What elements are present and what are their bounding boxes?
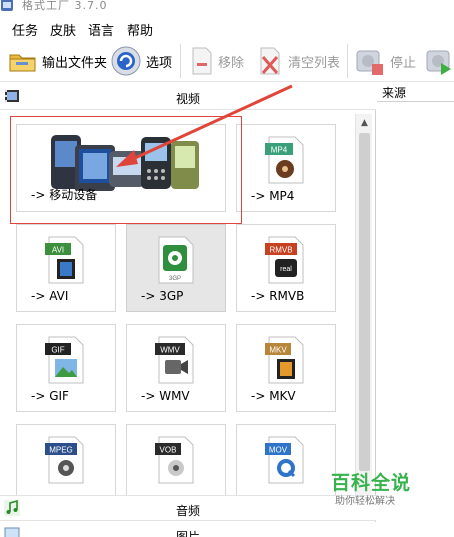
badge-text: GIF: [51, 346, 64, 355]
format-scrollbar[interactable]: ▲: [355, 114, 372, 514]
category-picture-label: 图片: [175, 530, 200, 537]
app-icon: [1, 0, 13, 11]
format-tile-3gp[interactable]: 3GP -> 3GP: [126, 224, 226, 312]
highlight-box: [10, 116, 242, 224]
badge-text: MP4: [271, 146, 288, 155]
menu-help[interactable]: 帮助: [127, 20, 153, 39]
wmv-file-icon: WMV: [155, 336, 194, 384]
mkv-file-icon: MKV: [265, 336, 304, 384]
menu-language[interactable]: 语言: [88, 20, 114, 39]
category-video-label: 视频: [175, 92, 200, 106]
menu-skin[interactable]: 皮肤: [50, 20, 76, 39]
format-label: -> 3GP: [141, 289, 184, 303]
stop-label: 停止: [390, 55, 417, 71]
toolbar-separator: [180, 44, 181, 78]
stop-button[interactable]: 停止: [354, 44, 416, 78]
format-tile-mp4[interactable]: MP4 -> MP4: [236, 124, 336, 212]
menu-task[interactable]: 任务: [12, 20, 38, 39]
mov-file-icon: MOV: [265, 436, 304, 484]
badge-text: AVI: [52, 246, 64, 255]
watermark-sub: 助你轻松解决: [335, 496, 395, 507]
output-folder-button[interactable]: 输出文件夹: [8, 44, 107, 78]
remove-label: 移除: [218, 55, 245, 71]
3gp-file-icon: 3GP: [158, 236, 194, 284]
clear-list-icon: [260, 47, 280, 75]
clear-list-button[interactable]: 清空列表: [258, 44, 340, 78]
format-tile-rmvb[interactable]: RMVB real -> RMVB: [236, 224, 336, 312]
output-folder-label: 输出文件夹: [42, 55, 108, 71]
format-label: -> RMVB: [251, 289, 305, 303]
rmvb-file-icon: RMVB real: [265, 236, 304, 284]
badge-text: MKV: [269, 346, 287, 355]
source-column-header[interactable]: 来源: [377, 84, 454, 102]
format-tile-mkv[interactable]: MKV -> MKV: [236, 324, 336, 412]
svg-text:real: real: [280, 266, 292, 273]
category-audio-label: 音频: [175, 504, 200, 518]
vob-file-icon: VOB: [155, 436, 194, 484]
format-tile-wmv[interactable]: WMV -> WMV: [126, 324, 226, 412]
scroll-up-icon[interactable]: ▲: [356, 114, 373, 131]
options-label: 选项: [146, 55, 173, 71]
format-tile-vob[interactable]: VOB: [126, 424, 226, 495]
format-label: -> WMV: [141, 389, 190, 403]
format-label: -> MKV: [251, 389, 296, 403]
mp4-file-icon: MP4: [265, 136, 304, 184]
format-tile-avi[interactable]: AVI -> AVI: [16, 224, 116, 312]
options-button[interactable]: 选项: [110, 44, 172, 78]
category-video[interactable]: 视频: [0, 84, 376, 110]
badge-text: RMVB: [269, 246, 292, 255]
window-title: 格式工厂 3.7.0: [22, 0, 108, 12]
format-label: -> GIF: [31, 389, 69, 403]
badge-text: WMV: [160, 346, 180, 355]
format-tile-gif[interactable]: GIF -> GIF: [16, 324, 116, 412]
badge-text: MOV: [269, 446, 288, 455]
badge-text: VOB: [160, 446, 177, 455]
watermark-main: 百科全说: [331, 472, 412, 494]
format-tile-mov[interactable]: MOV: [236, 424, 336, 495]
category-picture[interactable]: 图片: [0, 522, 376, 537]
toolbar: 输出文件夹 选项 移除 清空列表 停止: [0, 40, 454, 82]
format-label: -> AVI: [31, 289, 69, 303]
gif-file-icon: GIF: [45, 336, 84, 384]
clear-list-label: 清空列表: [288, 55, 341, 71]
mpeg-file-icon: MPEG: [45, 436, 84, 484]
remove-button[interactable]: 移除: [190, 44, 244, 78]
remove-icon: [192, 47, 212, 75]
avi-file-icon: AVI: [45, 236, 84, 284]
badge-text: 3GP: [169, 276, 181, 282]
format-label: -> MP4: [251, 189, 295, 203]
category-audio[interactable]: 音频: [0, 495, 376, 521]
stop-icon: [356, 50, 383, 75]
folder-icon: [9, 54, 36, 72]
options-icon: [111, 46, 141, 76]
start-icon: [426, 50, 451, 75]
toolbar-separator: [347, 44, 348, 78]
badge-text: MPEG: [49, 446, 73, 455]
watermark: 百科全说 助你轻松解决: [327, 468, 417, 510]
title-bar: 格式工厂 3.7.0: [0, 0, 454, 16]
start-button[interactable]: [424, 44, 454, 78]
format-tile-mpeg[interactable]: MPEG: [16, 424, 116, 495]
scroll-thumb[interactable]: [359, 133, 370, 471]
menu-bar: 任务 皮肤 语言 帮助: [0, 18, 454, 39]
